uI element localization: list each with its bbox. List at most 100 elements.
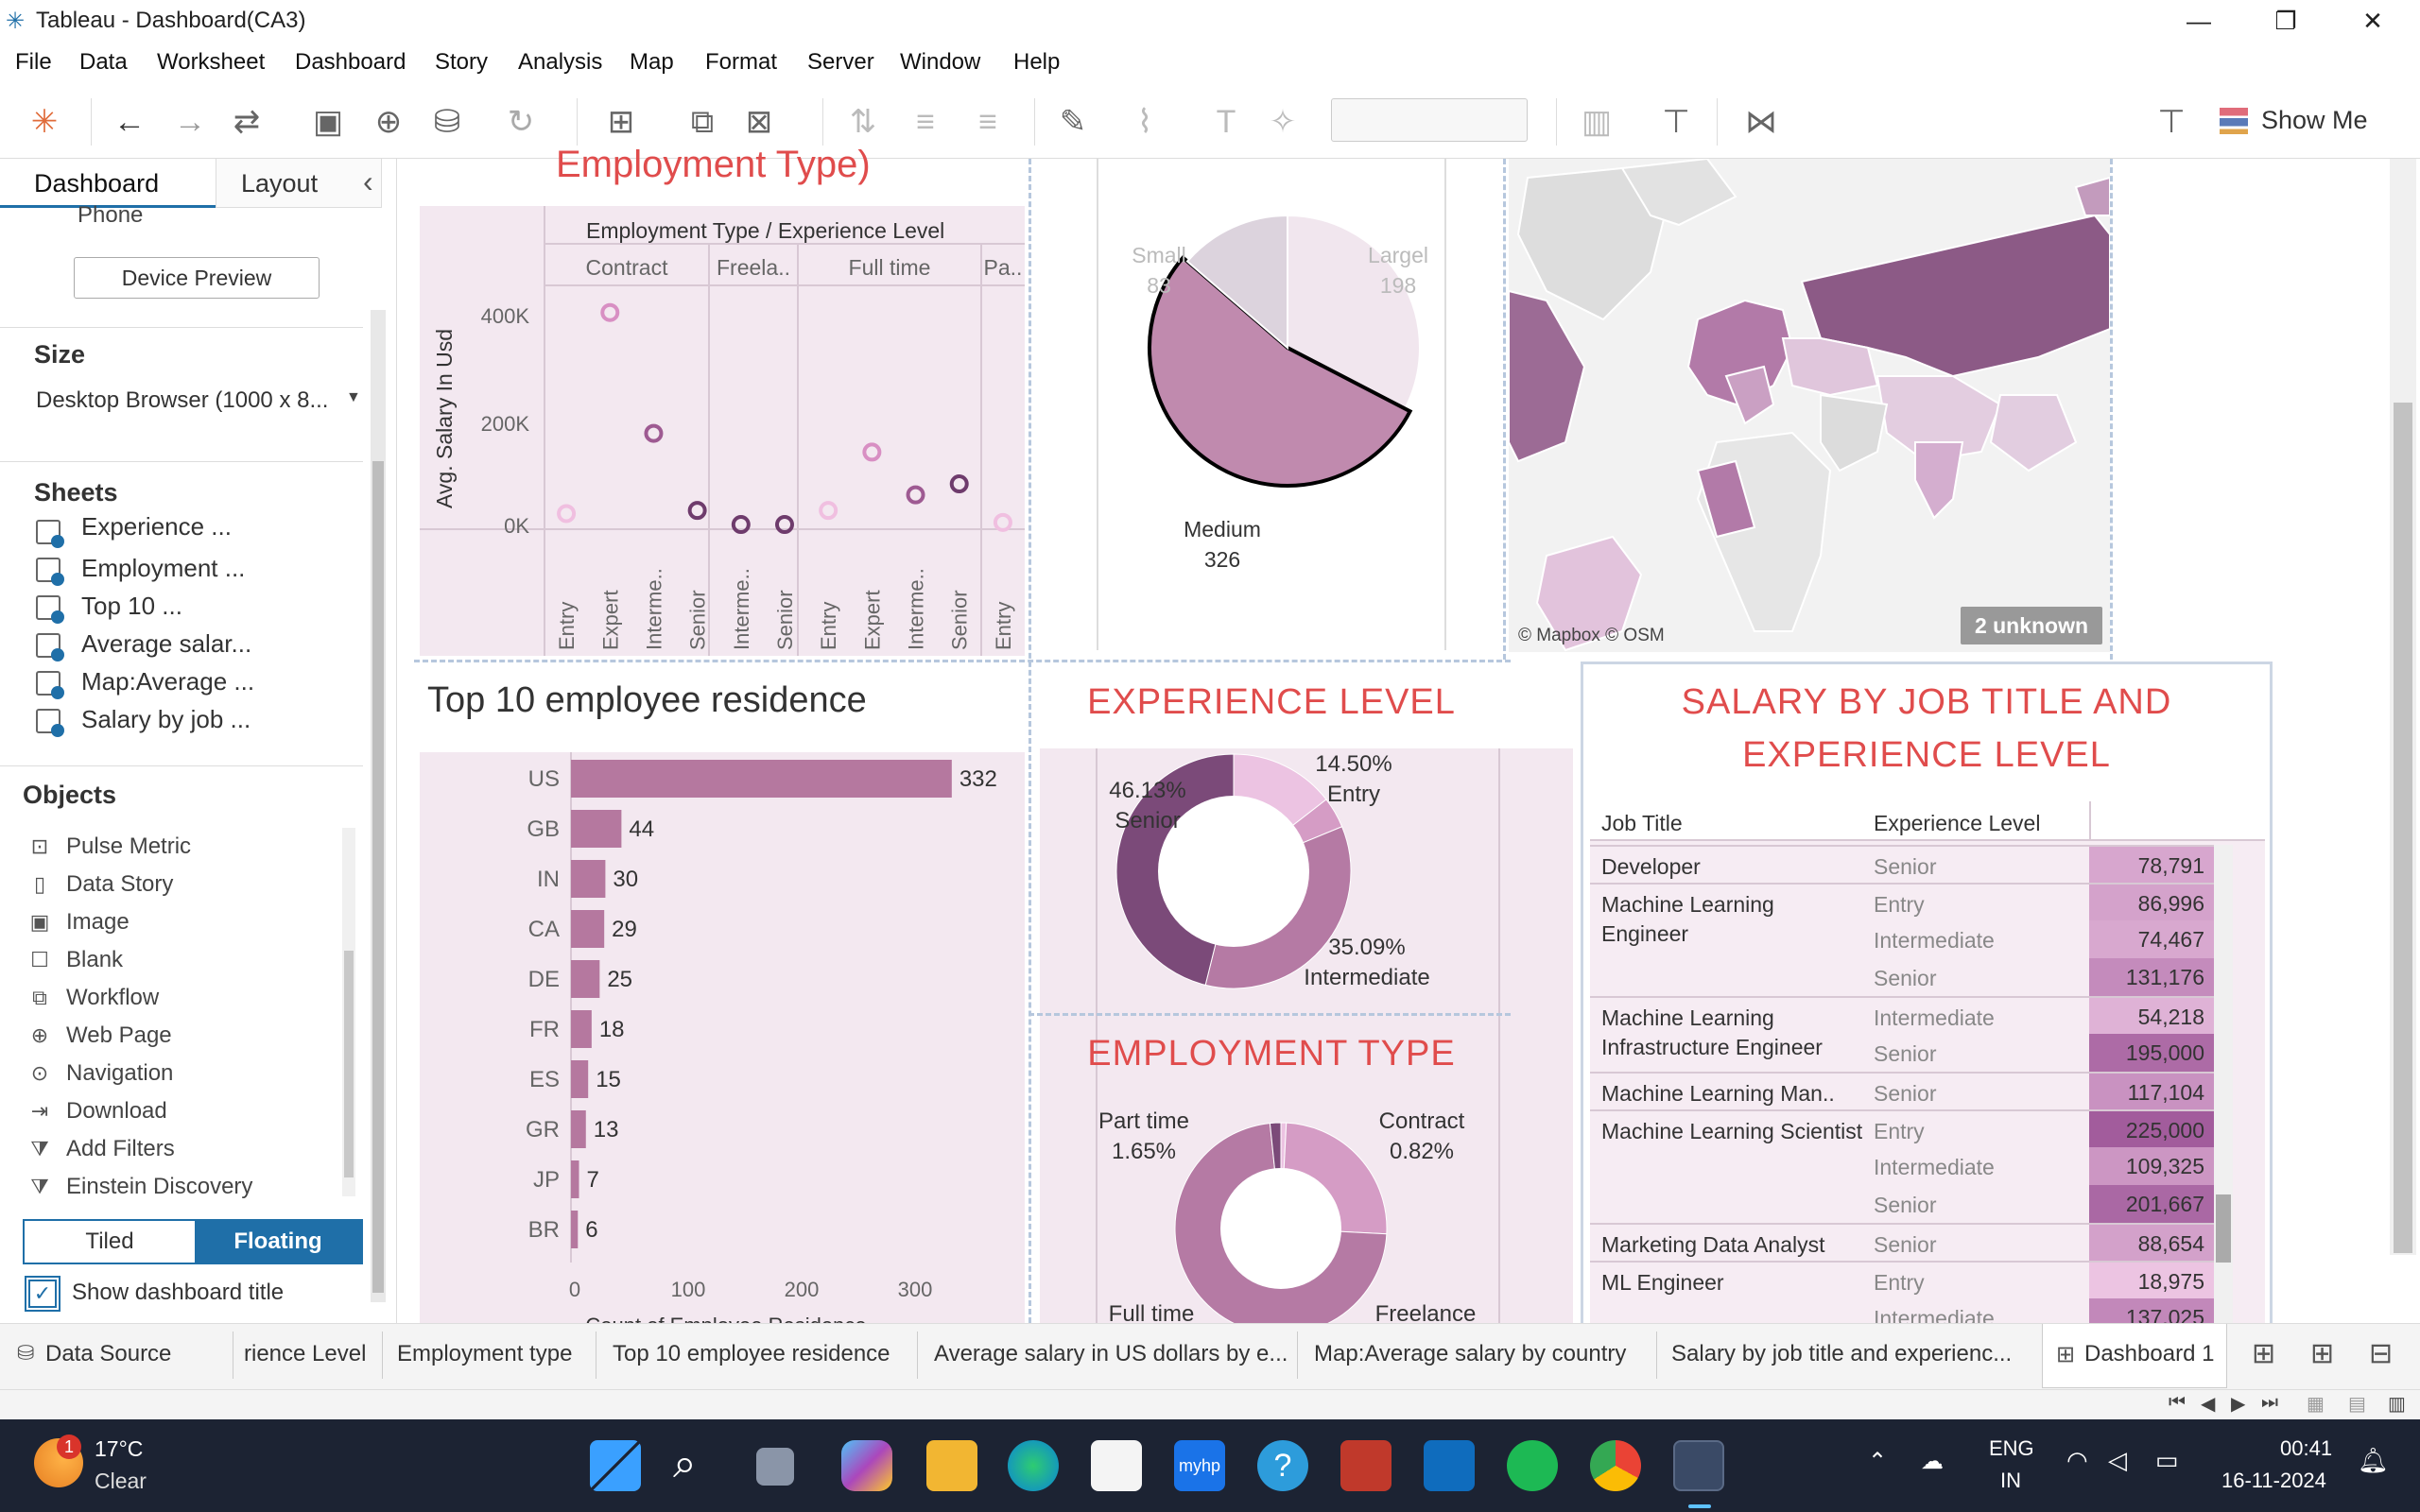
table-row[interactable]: Intermediate 109,325 [1590, 1147, 2214, 1185]
size-dropdown[interactable]: Desktop Browser (1000 x 8... [36, 387, 357, 414]
menu-format[interactable]: Format [705, 49, 777, 76]
object-item[interactable]: ☐ Blank [0, 941, 340, 979]
menu-dashboard[interactable]: Dashboard [295, 49, 406, 76]
scatter-point[interactable] [644, 423, 664, 443]
sheet-item[interactable]: Average salar... [0, 629, 363, 667]
tableau-taskbar-icon[interactable] [1673, 1440, 1724, 1491]
tab-dashboard-1[interactable]: ⊞ Dashboard 1 [2042, 1324, 2227, 1388]
sort-ascending-icon[interactable]: ≡ [906, 102, 945, 142]
canvas-scrollbar[interactable] [2390, 159, 2416, 1255]
new-story-tab-icon[interactable]: ⊟ [2369, 1337, 2393, 1370]
bar-de[interactable] [571, 960, 600, 998]
tab-average-salary[interactable]: Average salary in US dollars by e... [934, 1341, 1288, 1367]
volume-icon[interactable]: ◁ [2108, 1446, 2127, 1475]
tab-experience-level[interactable]: rience Level [244, 1341, 366, 1367]
outlook-icon[interactable] [1424, 1440, 1475, 1491]
table-row[interactable]: Marketing Data Analyst Senior 88,654 [1590, 1223, 2214, 1263]
device-preview-button[interactable]: Device Preview [74, 257, 320, 299]
scatter-point[interactable] [600, 302, 620, 322]
company-size-pie[interactable]: Small 83 Largel 198 Medium 326 [1097, 159, 1446, 650]
new-dashboard-tab-icon[interactable]: ⊞ [2310, 1337, 2334, 1370]
filmstrip-view-icon[interactable]: ▥ [2388, 1392, 2406, 1416]
menu-data[interactable]: Data [79, 49, 128, 76]
new-worksheet-tab-icon[interactable]: ⊞ [2252, 1337, 2275, 1370]
swap-icon[interactable]: ⇅ [843, 102, 883, 142]
scrollbar-thumb[interactable] [2394, 403, 2412, 1253]
highlight-icon[interactable]: ✎ [1053, 102, 1093, 142]
show-me-icon[interactable] [2220, 108, 2248, 134]
table-row[interactable]: Senior 201,667 [1590, 1185, 2214, 1223]
tab-map-average-salary[interactable]: Map:Average salary by country [1314, 1341, 1626, 1367]
scatter-point[interactable] [906, 485, 925, 505]
bar-in[interactable] [571, 860, 606, 898]
show-me-button[interactable]: Show Me [2261, 106, 2368, 135]
bar-es[interactable] [571, 1060, 589, 1098]
menu-worksheet[interactable]: Worksheet [157, 49, 265, 76]
object-item[interactable]: ⊙ Navigation [0, 1055, 340, 1092]
datasource-icon[interactable]: ⛁ [427, 102, 467, 142]
employment-donut-chart[interactable]: Part time 1.65% Contract 0.82% Full time… [1040, 1102, 1573, 1323]
myhp-icon[interactable]: myhp [1174, 1440, 1225, 1491]
objects-scrollbar[interactable] [342, 828, 355, 1196]
bar-gb[interactable] [571, 810, 622, 848]
object-item[interactable]: ⊕ Web Page [0, 1017, 340, 1055]
object-item[interactable]: ⊡ Pulse Metric [0, 828, 340, 866]
fit-dropdown[interactable] [1331, 98, 1528, 142]
object-item[interactable]: ⧉ Workflow [0, 979, 340, 1017]
scatter-point[interactable] [949, 474, 969, 494]
salary-table[interactable]: Job Title Experience Level Developer Seni… [1590, 801, 2265, 1323]
close-button[interactable]: ✕ [2344, 4, 2401, 38]
windows-start-icon[interactable] [590, 1440, 641, 1491]
share-icon[interactable]: ⋈ [1741, 102, 1781, 142]
store-icon[interactable] [1091, 1440, 1142, 1491]
table-row[interactable]: ML Engineer Entry 18,975 [1590, 1261, 2214, 1300]
menu-help[interactable]: Help [1013, 49, 1060, 76]
mcafee-icon[interactable] [1340, 1440, 1392, 1491]
floating-button[interactable]: Floating [195, 1221, 361, 1263]
table-row[interactable]: Developer Senior 78,791 [1590, 845, 2214, 885]
menu-story[interactable]: Story [435, 49, 488, 76]
collapse-panel-icon[interactable]: ‹ [363, 164, 373, 199]
refresh-icon[interactable]: ↻ [501, 102, 541, 142]
chevron-up-icon[interactable]: ⌃ [1868, 1448, 1887, 1475]
tab-data-source[interactable]: Data Source [45, 1341, 171, 1367]
help-icon[interactable]: ? [1257, 1440, 1308, 1491]
copilot-icon[interactable] [841, 1440, 892, 1491]
new-worksheet-icon[interactable]: ⊞ [601, 102, 641, 142]
clock-time[interactable]: 00:41 [2280, 1436, 2332, 1461]
scrollbar-thumb[interactable] [372, 461, 384, 1293]
cloud-icon[interactable]: ☁ [1921, 1448, 1944, 1475]
duplicate-sheet-icon[interactable]: ⧉ [683, 102, 722, 142]
language-line1[interactable]: ENG [1989, 1436, 2034, 1461]
edge-icon[interactable] [1008, 1440, 1059, 1491]
object-item[interactable]: ⧩ Add Filters [0, 1130, 340, 1168]
clock-date[interactable]: 16-11-2024 [2221, 1469, 2326, 1493]
table-row[interactable]: Senior 131,176 [1590, 958, 2214, 996]
minimize-button[interactable]: — [2170, 4, 2227, 38]
last-page-icon[interactable]: ⏭ [2261, 1392, 2278, 1414]
tab-top10-residence[interactable]: Top 10 employee residence [613, 1341, 890, 1367]
chrome-icon[interactable] [1590, 1440, 1641, 1491]
menu-server[interactable]: Server [807, 49, 874, 76]
presentation-icon[interactable]: ⊤ [1656, 102, 1696, 142]
menu-map[interactable]: Map [630, 49, 674, 76]
menu-analysis[interactable]: Analysis [518, 49, 602, 76]
sheet-item[interactable]: Salary by job ... [0, 705, 363, 743]
bar-br[interactable] [571, 1211, 579, 1248]
prev-page-icon[interactable]: ◀ [2201, 1392, 2215, 1416]
table-row[interactable]: Senior 195,000 [1590, 1034, 2214, 1072]
tab-dashboard[interactable]: Dashboard [0, 159, 216, 208]
menu-window[interactable]: Window [900, 49, 980, 76]
bar-us[interactable] [571, 760, 952, 798]
tiled-button[interactable]: Tiled [25, 1221, 195, 1263]
replay-icon[interactable]: ⇄ [227, 102, 267, 142]
top10-bar-chart[interactable]: US 332 GB 44 IN 30 CA 29 DE 25 FR 18 ES 15 GR 13 JP 7 BR 6 … [420, 752, 1025, 1323]
object-item[interactable]: ⧩ Einstein Discovery [0, 1168, 340, 1206]
bar-ca[interactable] [571, 910, 605, 948]
save-icon[interactable]: ▣ [308, 102, 348, 142]
first-page-icon[interactable]: ⏮ [2169, 1392, 2186, 1414]
tab-employment-type[interactable]: Employment type [397, 1341, 572, 1367]
salary-map[interactable]: © Mapbox © OSM 2 unknown [1509, 159, 2110, 652]
object-item[interactable]: ▣ Image [0, 903, 340, 941]
bar-jp[interactable] [571, 1160, 579, 1198]
